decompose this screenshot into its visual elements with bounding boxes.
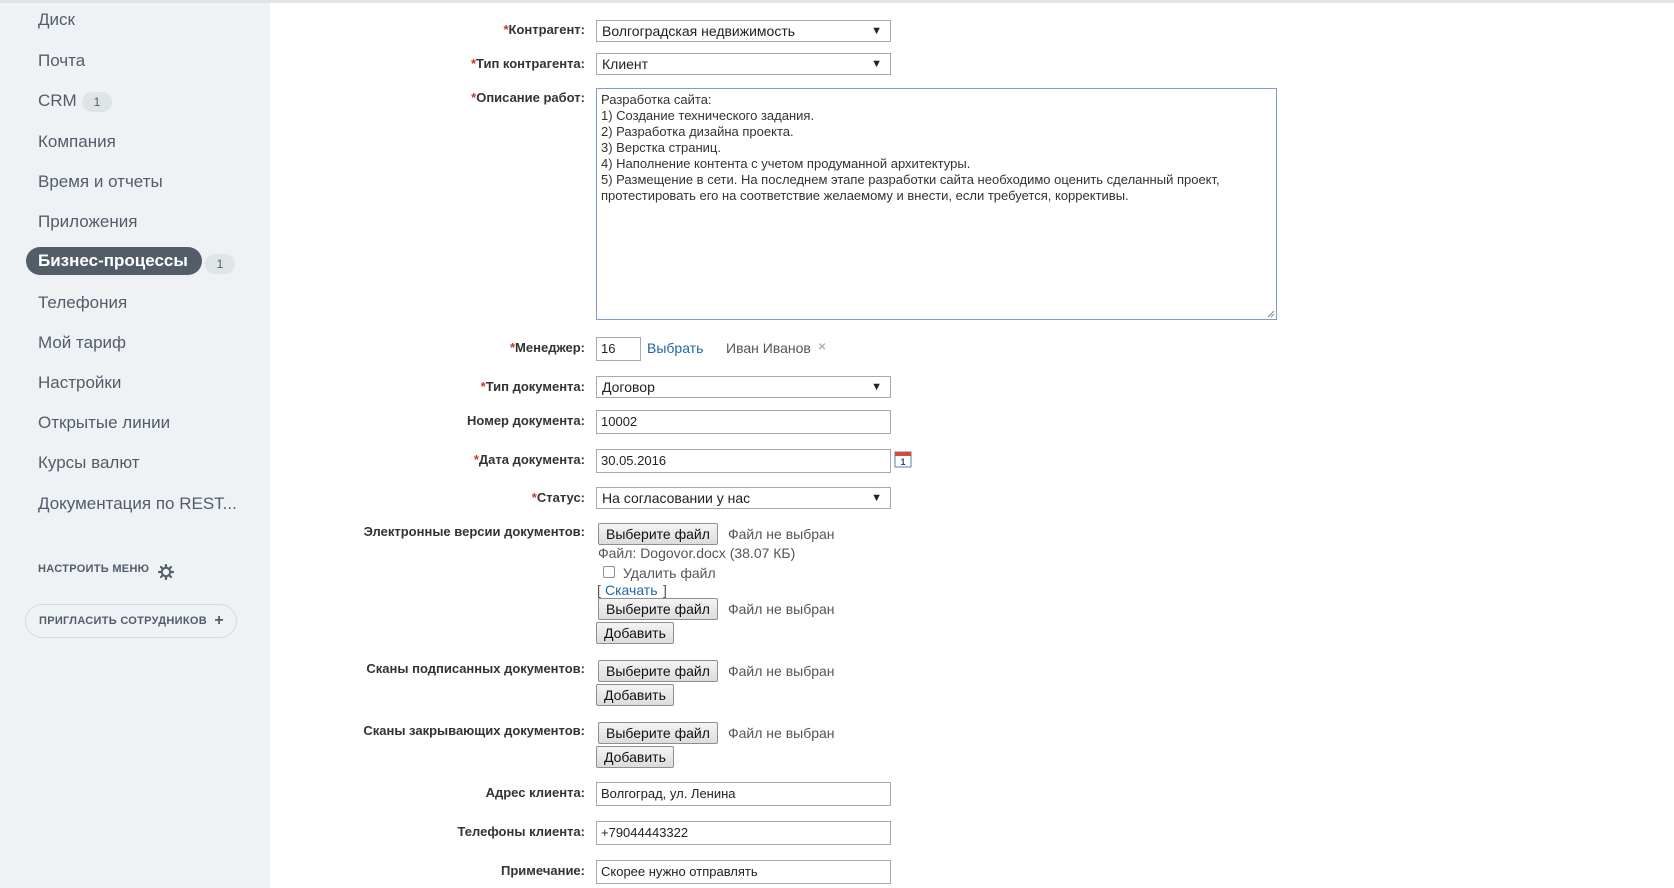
remove-manager-icon[interactable]: ×: [818, 338, 826, 354]
dropdown-arrow-icon: ▼: [871, 25, 882, 37]
sidebar: Диск Почта CRM 1 Компания Время и отчеты…: [0, 3, 270, 888]
manager-label: *Менеджер:: [509, 340, 585, 355]
no-file-chosen-2: Файл не выбран: [728, 601, 835, 617]
choose-file-button[interactable]: Выберите файл: [598, 523, 718, 545]
doc-number-input[interactable]: 10002: [596, 410, 891, 434]
download-link[interactable]: Скачать: [605, 582, 658, 598]
closing-scans-label: Сканы закрывающих документов:: [363, 723, 585, 738]
manager-id-input[interactable]: 16: [596, 337, 641, 361]
closing-scans-no-file: Файл не выбран: [728, 725, 835, 741]
dropdown-arrow-icon: ▼: [871, 492, 882, 504]
sidebar-item-business-processes[interactable]: Бизнес-процессы: [26, 247, 202, 275]
sidebar-item-company[interactable]: Компания: [38, 127, 116, 157]
choose-file-button-2[interactable]: Выберите файл: [598, 598, 718, 620]
sidebar-item-settings[interactable]: Настройки: [38, 368, 121, 398]
note-input[interactable]: Скорее нужно отправлять: [596, 860, 891, 884]
no-file-chosen: Файл не выбран: [728, 526, 835, 542]
signed-scans-no-file: Файл не выбран: [728, 663, 835, 679]
sidebar-item-crm[interactable]: CRM: [38, 86, 77, 116]
sidebar-item-rest-docs[interactable]: Документация по REST...: [38, 489, 237, 519]
status-label: *Статус:: [531, 490, 585, 505]
gear-icon[interactable]: [158, 564, 174, 580]
contractor-type-label: *Тип контрагента:: [470, 56, 585, 71]
dropdown-arrow-icon: ▼: [871, 58, 882, 70]
closing-scans-add-button[interactable]: Добавить: [596, 746, 674, 768]
invite-employees-label: ПРИГЛАСИТЬ СОТРУДНИКОВ: [39, 615, 207, 627]
plus-icon: +: [214, 612, 224, 629]
resize-handle-icon[interactable]: [1267, 310, 1275, 318]
add-button[interactable]: Добавить: [596, 622, 674, 644]
download-bracket-close: ]: [663, 582, 667, 598]
work-description-label: *Описание работ:: [471, 90, 585, 105]
sidebar-item-mail[interactable]: Почта: [38, 46, 85, 76]
doc-type-value: Договор: [602, 379, 655, 395]
contractor-select[interactable]: Волгоградская недвижимость ▼: [596, 20, 891, 42]
doc-number-label: Номер документа:: [467, 413, 585, 428]
work-description-textarea[interactable]: Разработка сайта: 1) Создание техническо…: [596, 88, 1277, 320]
sidebar-item-tariff[interactable]: Мой тариф: [38, 328, 126, 358]
client-address-label: Адрес клиента:: [485, 785, 585, 800]
sidebar-item-time-reports[interactable]: Время и отчеты: [38, 167, 163, 197]
business-processes-count-badge: 1: [205, 254, 235, 274]
sidebar-item-open-lines[interactable]: Открытые линии: [38, 408, 170, 438]
doc-date-label: *Дата документа:: [473, 452, 585, 467]
doc-date-input[interactable]: 30.05.2016: [596, 449, 891, 473]
sidebar-item-disk[interactable]: Диск: [38, 5, 75, 35]
electronic-versions-label: Электронные версии документов:: [363, 524, 585, 539]
closing-scans-choose-file-button[interactable]: Выберите файл: [598, 722, 718, 744]
contractor-label: *Контрагент:: [503, 22, 585, 37]
contractor-value: Волгоградская недвижимость: [602, 23, 796, 39]
doc-type-select[interactable]: Договор ▼: [596, 376, 891, 398]
download-bracket-open: [: [597, 582, 601, 598]
signed-scans-choose-file-button[interactable]: Выберите файл: [598, 660, 718, 682]
contractor-type-value: Клиент: [602, 56, 649, 72]
client-phones-label: Телефоны клиента:: [457, 824, 585, 839]
status-select[interactable]: На согласовании у нас ▼: [596, 487, 891, 509]
manager-select-link[interactable]: Выбрать: [647, 340, 703, 356]
delete-file-checkbox[interactable]: [603, 566, 615, 578]
sidebar-item-currency-rates[interactable]: Курсы валют: [38, 448, 140, 478]
doc-type-label: *Тип документа:: [480, 379, 585, 394]
calendar-icon[interactable]: 1: [894, 450, 912, 468]
status-value: На согласовании у нас: [602, 490, 751, 506]
signed-scans-label: Сканы подписанных документов:: [366, 661, 585, 676]
calendar-day: 1: [900, 457, 905, 467]
configure-menu-label[interactable]: НАСТРОИТЬ МЕНЮ: [38, 563, 149, 575]
manager-name: Иван Иванов: [726, 340, 811, 356]
crm-count-badge: 1: [82, 92, 112, 112]
client-phones-input[interactable]: +79044443322: [596, 821, 891, 845]
signed-scans-add-button[interactable]: Добавить: [596, 684, 674, 706]
sidebar-item-apps[interactable]: Приложения: [38, 207, 137, 237]
contractor-type-select[interactable]: Клиент ▼: [596, 53, 891, 75]
dropdown-arrow-icon: ▼: [871, 381, 882, 393]
delete-file-label: Удалить файл: [623, 565, 716, 581]
invite-employees-button[interactable]: ПРИГЛАСИТЬ СОТРУДНИКОВ +: [25, 604, 237, 638]
sidebar-item-telephony[interactable]: Телефония: [38, 288, 127, 318]
client-address-input[interactable]: Волгоград, ул. Ленина: [596, 782, 891, 806]
note-label: Примечание:: [501, 863, 585, 878]
file-info: Файл: Dogovor.docx (38.07 КБ): [598, 545, 796, 561]
